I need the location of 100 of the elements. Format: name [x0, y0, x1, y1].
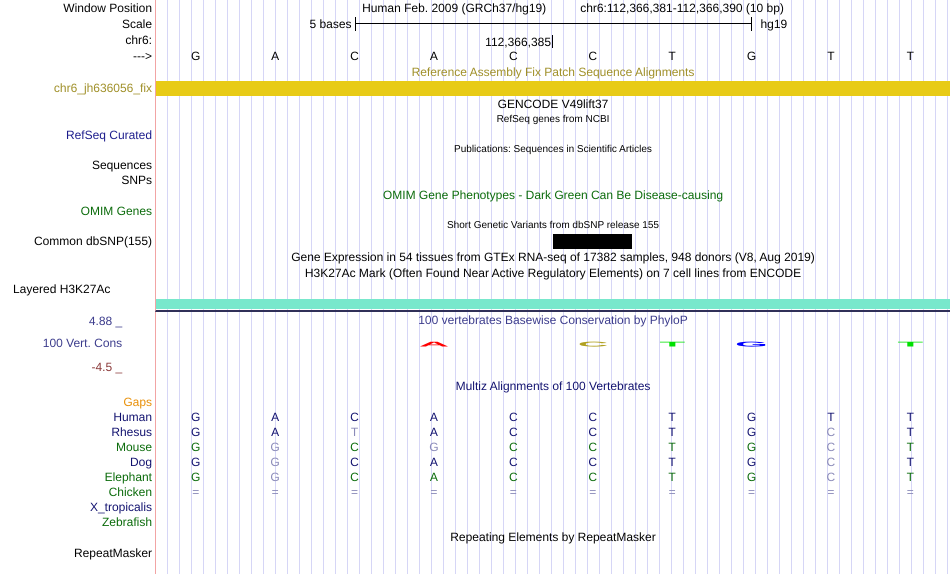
- strand-label: --->: [133, 50, 152, 62]
- track-title: Repeating Elements by RepeatMasker: [450, 531, 656, 543]
- aligned-base: T: [668, 470, 676, 482]
- aligned-base: =: [272, 486, 279, 498]
- aligned-base: T: [906, 426, 914, 438]
- track-title: Reference Assembly Fix Patch Sequence Alignments: [412, 66, 694, 78]
- aligned-base: T: [668, 456, 676, 468]
- aligned-base: C: [350, 410, 359, 422]
- aligned-base: C: [350, 470, 359, 482]
- aligned-base: C: [826, 456, 836, 468]
- aligned-base: G: [270, 440, 280, 452]
- position-range: chr6:112,366,381-112,366,390 (10 bp): [580, 2, 784, 14]
- base-letter: C: [508, 50, 518, 62]
- aligned-base: G: [191, 456, 200, 468]
- base-letter: T: [827, 50, 835, 62]
- aligned-base: C: [350, 456, 359, 468]
- aligned-base: C: [826, 426, 836, 438]
- axis-max-label: 4.88 _: [88, 314, 122, 326]
- track-title: Short Genetic Variants from dbSNP release 155: [447, 220, 659, 230]
- species-label: X_tropicalis: [90, 500, 152, 512]
- aligned-base: =: [827, 486, 834, 498]
- aligned-base: G: [746, 470, 756, 482]
- aligned-base: C: [508, 440, 518, 452]
- aligned-base: T: [668, 440, 676, 452]
- aligned-base: T: [668, 410, 676, 422]
- chromosome-label: chr6:: [125, 34, 152, 46]
- aligned-base: C: [508, 456, 518, 468]
- assembly-name: Human Feb. 2009 (GRCh37/hg19): [362, 2, 546, 14]
- aligned-base: C: [826, 440, 836, 452]
- row-label: Scale: [122, 18, 152, 30]
- species-label: Zebrafish: [102, 516, 152, 528]
- aligned-base: G: [270, 470, 280, 482]
- aligned-base: G: [191, 426, 200, 438]
- aligned-base: C: [588, 440, 598, 452]
- variant-block[interactable]: [553, 234, 632, 248]
- assembly-label: hg19: [760, 18, 788, 30]
- scale-length: 5 bases: [309, 18, 352, 30]
- base-letter: C: [588, 50, 598, 62]
- aligned-base: A: [430, 470, 438, 482]
- aligned-base: =: [589, 486, 596, 498]
- track-label[interactable]: OMIM Genes: [80, 204, 152, 216]
- track-label[interactable]: RefSeq Curated: [66, 128, 152, 140]
- track-title: Publications: Sequences in Scientific Articles: [454, 144, 652, 154]
- aligned-base: C: [588, 426, 598, 438]
- aligned-base: =: [748, 486, 755, 498]
- track-label[interactable]: Common dbSNP(155): [34, 235, 152, 247]
- aligned-base: =: [350, 486, 358, 498]
- aligned-base: =: [430, 486, 438, 498]
- aligned-base: C: [350, 440, 359, 452]
- aligned-base: G: [746, 426, 756, 438]
- track-label[interactable]: Sequences: [92, 158, 152, 170]
- species-label: Human: [113, 410, 152, 422]
- row-label: Window Position: [63, 2, 152, 14]
- base-letter: T: [668, 50, 676, 62]
- aligned-base: G: [191, 470, 200, 482]
- track-title: GENCODE V49lift37: [498, 98, 608, 110]
- aligned-base: C: [508, 410, 518, 422]
- track-title: Multiz Alignments of 100 Vertebrates: [456, 380, 650, 392]
- aligned-base: T: [906, 456, 914, 468]
- aligned-base: C: [588, 456, 598, 468]
- aligned-base: =: [668, 486, 676, 498]
- track-label[interactable]: RepeatMasker: [74, 546, 152, 558]
- aligned-base: C: [508, 426, 518, 438]
- track-title: Gene Expression in 54 tissues from GTEx RNA-seq of 17382 samples, 948 donors (V8, Aug 2019): [291, 251, 815, 263]
- track-feature-bar[interactable]: [156, 299, 950, 309]
- aligned-base: A: [430, 426, 438, 438]
- aligned-base: C: [588, 470, 598, 482]
- track-title: H3K27Ac Mark (Often Found Near Active Regulatory Elements) on 7 cell lines from ENCODE: [304, 267, 802, 279]
- aligned-base: =: [906, 486, 914, 498]
- aligned-base: G: [191, 440, 200, 452]
- aligned-base: G: [746, 410, 756, 422]
- base-letter: A: [271, 50, 280, 62]
- base-letter: G: [191, 50, 200, 62]
- axis-min-label: -4.5 _: [92, 361, 122, 373]
- aligned-base: G: [191, 410, 200, 422]
- track-title: RefSeq genes from NCBI: [496, 114, 610, 124]
- aligned-base: =: [192, 486, 200, 498]
- aligned-base: A: [430, 456, 438, 468]
- base-letter: A: [430, 50, 438, 62]
- species-label: Dog: [130, 456, 152, 468]
- base-letter: G: [746, 50, 756, 62]
- species-label: Chicken: [108, 486, 152, 498]
- track-label[interactable]: 100 Vert. Cons: [30, 336, 122, 348]
- aligned-base: C: [508, 470, 518, 482]
- aligned-base: G: [270, 456, 280, 468]
- aligned-base: G: [746, 456, 756, 468]
- aligned-base: T: [668, 426, 676, 438]
- aligned-base: T: [906, 410, 914, 422]
- coordinate-label: 112,366,385: [485, 35, 553, 48]
- aligned-base: A: [271, 426, 280, 438]
- aligned-base: T: [906, 470, 914, 482]
- track-label[interactable]: Layered H3K27Ac: [13, 282, 110, 294]
- aligned-base: C: [588, 410, 598, 422]
- species-label: Mouse: [116, 440, 152, 452]
- species-label: Elephant: [104, 470, 152, 482]
- track-title: 100 vertebrates Basewise Conservation by PhyloP: [418, 314, 688, 326]
- aligned-base: G: [746, 440, 756, 452]
- aligned-base: T: [827, 410, 835, 422]
- track-title: OMIM Gene Phenotypes - Dark Green Can Be Disease-causing: [382, 189, 724, 201]
- track-label[interactable]: SNPs: [121, 174, 152, 186]
